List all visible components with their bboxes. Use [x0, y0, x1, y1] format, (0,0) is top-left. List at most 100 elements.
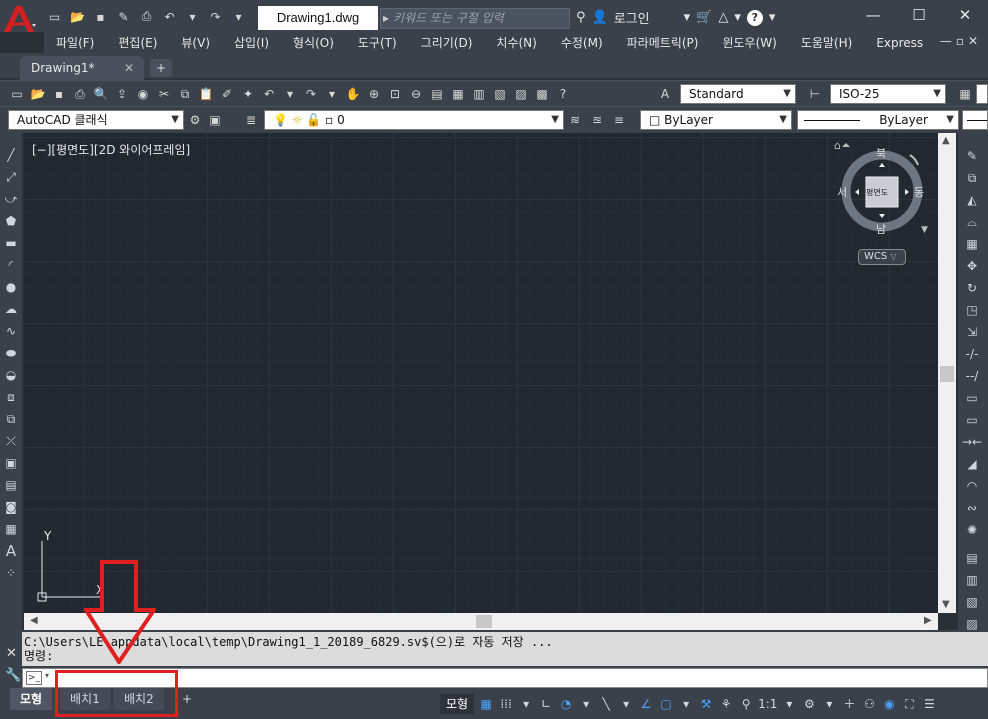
search-input[interactable]: ▸ 키워드 또는 구절 입력 [380, 8, 570, 29]
open-file-icon[interactable]: 📂 [69, 8, 86, 25]
tab-drawing1[interactable]: Drawing1* ✕ [20, 56, 144, 80]
menu-modify[interactable]: 수정(M) [549, 33, 615, 53]
save-icon[interactable]: ▪ [92, 8, 109, 25]
ellipse-icon[interactable]: ⬬ [3, 345, 19, 361]
move-icon[interactable]: ✥ [962, 257, 982, 275]
object-snap-dropdown-icon[interactable]: ▾ [678, 694, 694, 714]
sheet-set-icon[interactable]: ▧ [491, 85, 509, 103]
scroll-left-icon[interactable]: ◀ [30, 615, 38, 626]
grid-icon[interactable]: ▦ [478, 694, 494, 714]
search-expand-icon[interactable]: ▸ [383, 9, 389, 28]
vertical-scrollbar[interactable]: ▲ ▼ [938, 133, 956, 613]
workspace-dropdown-icon[interactable]: ▾ [821, 694, 837, 714]
binoculars-icon[interactable]: ⚲ [576, 10, 586, 25]
layer-properties-icon[interactable]: ≣ [242, 111, 260, 129]
break-at-point-icon[interactable]: ▭ [962, 389, 982, 407]
snap-icon[interactable]: ⁞⁞⁞ [498, 694, 514, 714]
ellipse-arc-icon[interactable]: ◒ [3, 367, 19, 383]
cart-icon[interactable]: 🛒 [696, 10, 712, 25]
open-icon[interactable]: 📂 [29, 85, 47, 103]
undo-dropdown-icon[interactable]: ▾ [281, 85, 299, 103]
workspace-settings-icon[interactable]: ▣ [206, 111, 224, 129]
app-dropdown-icon[interactable]: ▾ [734, 10, 741, 25]
arc-icon[interactable]: ◜ [3, 257, 19, 273]
trim-icon[interactable]: -/- [962, 345, 982, 363]
close-icon[interactable]: ✕ [6, 646, 17, 661]
construction-line-icon[interactable]: ⤢ [3, 169, 19, 185]
save-icon[interactable]: ▪ [50, 85, 68, 103]
tab-model[interactable]: 모형 [10, 688, 53, 710]
help-dropdown-icon[interactable]: ▾ [769, 10, 776, 25]
rotate-icon[interactable]: ↻ [962, 279, 982, 297]
menu-file[interactable]: 파일(F) [44, 33, 106, 53]
revision-cloud-icon[interactable]: ☁ [3, 301, 19, 317]
stretch-icon[interactable]: ⇲ [962, 323, 982, 341]
menu-window[interactable]: 윈도우(W) [710, 33, 788, 53]
table-icon[interactable]: ▦ [3, 521, 19, 537]
polyline-icon[interactable]: ⤻ [3, 191, 19, 207]
login-dropdown-icon[interactable]: ▾ [684, 10, 691, 25]
draw-order-icon[interactable]: ▤ [962, 549, 982, 567]
send-to-back-icon[interactable]: ▧ [962, 593, 982, 611]
user-icon[interactable]: 👤 [592, 10, 608, 25]
text-style-icon[interactable]: A [656, 85, 674, 103]
menu-insert[interactable]: 삽입(I) [222, 33, 281, 53]
menu-dimension[interactable]: 치수(N) [484, 33, 548, 53]
gear-icon[interactable]: ⚙ [186, 111, 204, 129]
ortho-icon[interactable]: ∟ [538, 694, 554, 714]
viewport-controls-label[interactable]: [−][평면도][2D 와이어프레임] [32, 141, 190, 158]
document-window-controls[interactable]: —▫✕ [940, 34, 982, 48]
minimize-button[interactable]: — [850, 0, 896, 32]
viewcube-west[interactable]: 서 [837, 184, 847, 200]
mirror-icon[interactable]: ◭ [962, 191, 982, 209]
region-icon[interactable]: ◙ [3, 499, 19, 515]
array-icon[interactable]: ▦ [962, 235, 982, 253]
linetype-select[interactable]: ByLayer ▼ [797, 110, 959, 130]
wcs-menu[interactable]: WCS ▽ [858, 249, 906, 265]
redo-icon[interactable]: ↷ [302, 85, 320, 103]
paste-icon[interactable]: 📋 [197, 85, 215, 103]
horizontal-scroll-thumb[interactable] [476, 615, 492, 628]
login-label[interactable]: 로그인 [614, 8, 650, 27]
properties-icon[interactable]: ▤ [428, 85, 446, 103]
menu-view[interactable]: 뷰(V) [169, 33, 222, 53]
polygon-icon[interactable]: ⬟ [3, 213, 19, 229]
blend-curves-icon[interactable]: ∾ [962, 499, 982, 517]
viewcube-face[interactable]: 평면도 [866, 187, 888, 198]
dim-style-select[interactable]: ISO-25 ▼ [830, 84, 946, 104]
add-selected-icon[interactable]: ⁘ [3, 565, 19, 581]
make-block-icon[interactable]: ⧉ [3, 411, 19, 427]
erase-icon[interactable]: ✎ [962, 147, 982, 165]
help-icon[interactable]: ? [554, 85, 572, 103]
make-current-layer-icon[interactable]: ≋ [566, 111, 584, 129]
tab-close-icon[interactable]: ✕ [124, 56, 134, 80]
table-style-icon[interactable]: ▦ [956, 85, 974, 103]
polar-tracking-icon[interactable]: ◔ [558, 694, 574, 714]
object-snap-icon[interactable]: ▢ [658, 694, 674, 714]
snap-dropdown-icon[interactable]: ▾ [518, 694, 534, 714]
drawing-area[interactable]: [−][평면도][2D 와이어프레임] 평면도 북 남 서 동 ⌂ ▼ WCS … [24, 133, 938, 613]
workspace-gear-icon[interactable]: ⚙ [801, 694, 817, 714]
bring-to-front-icon[interactable]: ▥ [962, 571, 982, 589]
qnew-icon[interactable]: ▭ [8, 85, 26, 103]
undo-icon[interactable]: ↶ [161, 8, 178, 25]
chevron-down-icon[interactable]: ▾ [45, 671, 49, 680]
chamfer-icon[interactable]: ◢ [962, 455, 982, 473]
menu-format[interactable]: 형식(O) [281, 33, 346, 53]
plot-preview-icon[interactable]: 🔍 [92, 85, 110, 103]
command-prompt-icon[interactable]: >_ [26, 671, 42, 685]
annotation-scale-value[interactable]: 1:1 [758, 694, 777, 714]
layer-select[interactable]: 💡 ☼ 🔓 ▫ 0 ▼ [264, 110, 564, 130]
maximize-button[interactable]: ☐ [896, 0, 942, 32]
menu-tools[interactable]: 도구(T) [346, 33, 409, 53]
copy-object-icon[interactable]: ⧉ [962, 169, 982, 187]
line-icon[interactable]: ╱ [3, 147, 19, 163]
match-properties-icon[interactable]: ✐ [218, 85, 236, 103]
circle-icon[interactable]: ● [3, 279, 19, 295]
scroll-up-icon[interactable]: ▲ [942, 135, 950, 146]
viewcube-north[interactable]: 북 [876, 145, 886, 161]
close-button[interactable]: ✕ [942, 0, 988, 32]
hatch-icon[interactable]: ▣ [3, 455, 19, 471]
full-screen-icon[interactable]: ⛶ [901, 694, 917, 714]
help-icon[interactable]: ? [746, 9, 763, 26]
